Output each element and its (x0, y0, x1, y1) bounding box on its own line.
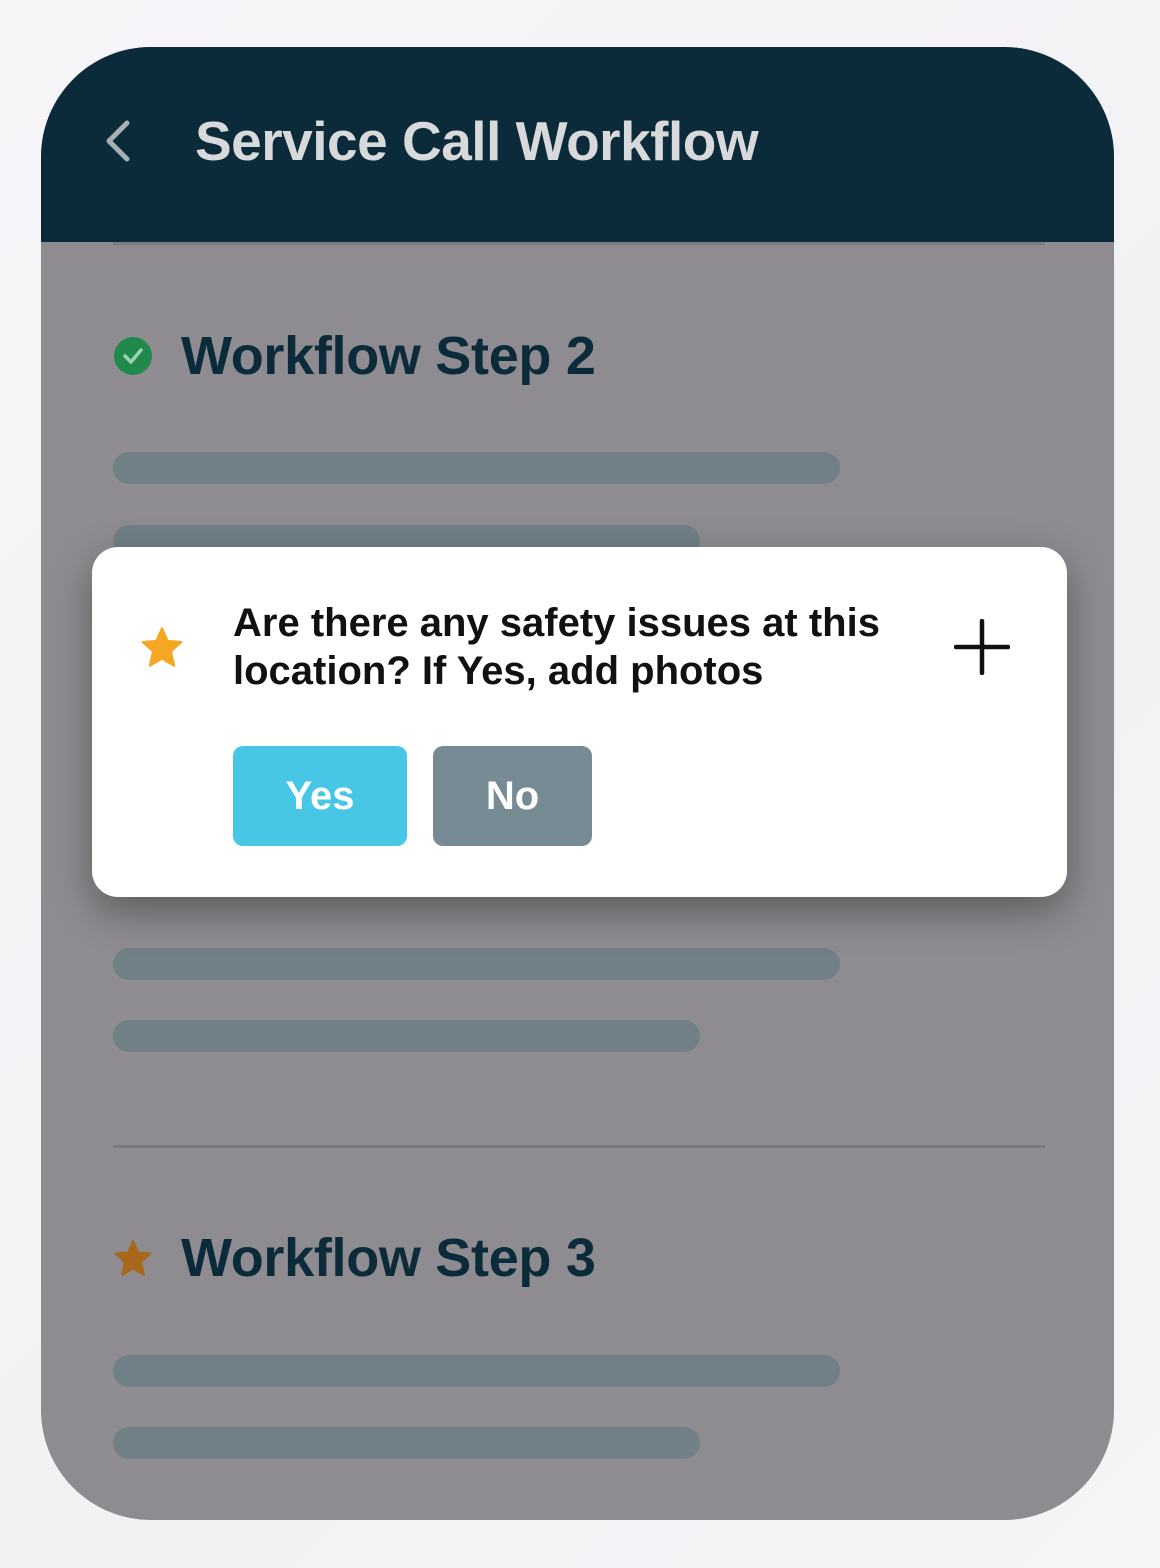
step-heading-3[interactable]: Workflow Step 3 (113, 1227, 596, 1289)
star-icon (114, 1240, 152, 1276)
placeholder-line (113, 1020, 700, 1052)
app-header: Service Call Workflow (41, 47, 1114, 242)
placeholder-line (113, 1427, 700, 1459)
check-circle-icon (114, 337, 152, 375)
placeholder-line (113, 1355, 840, 1387)
step-title: Workflow Step 3 (181, 1228, 596, 1288)
page-title: Service Call Workflow (195, 110, 759, 172)
question-text: Are there any safety issues at this loca… (233, 601, 880, 693)
section-divider (113, 1145, 1045, 1148)
placeholder-line (113, 948, 840, 980)
plus-icon[interactable] (954, 619, 1010, 675)
star-icon (141, 627, 183, 667)
header-divider (113, 242, 1045, 245)
step-title: Workflow Step 2 (181, 326, 596, 386)
question-card: Are there any safety issues at this loca… (92, 547, 1067, 897)
placeholder-line (113, 452, 840, 484)
step-heading-2[interactable]: Workflow Step 2 (113, 325, 596, 387)
page-background: Service Call Workflow Workflow Step 2 Wo… (0, 0, 1160, 1568)
no-button[interactable]: No (433, 746, 592, 846)
chevron-left-icon[interactable] (99, 117, 139, 165)
yes-button[interactable]: Yes (233, 746, 407, 846)
